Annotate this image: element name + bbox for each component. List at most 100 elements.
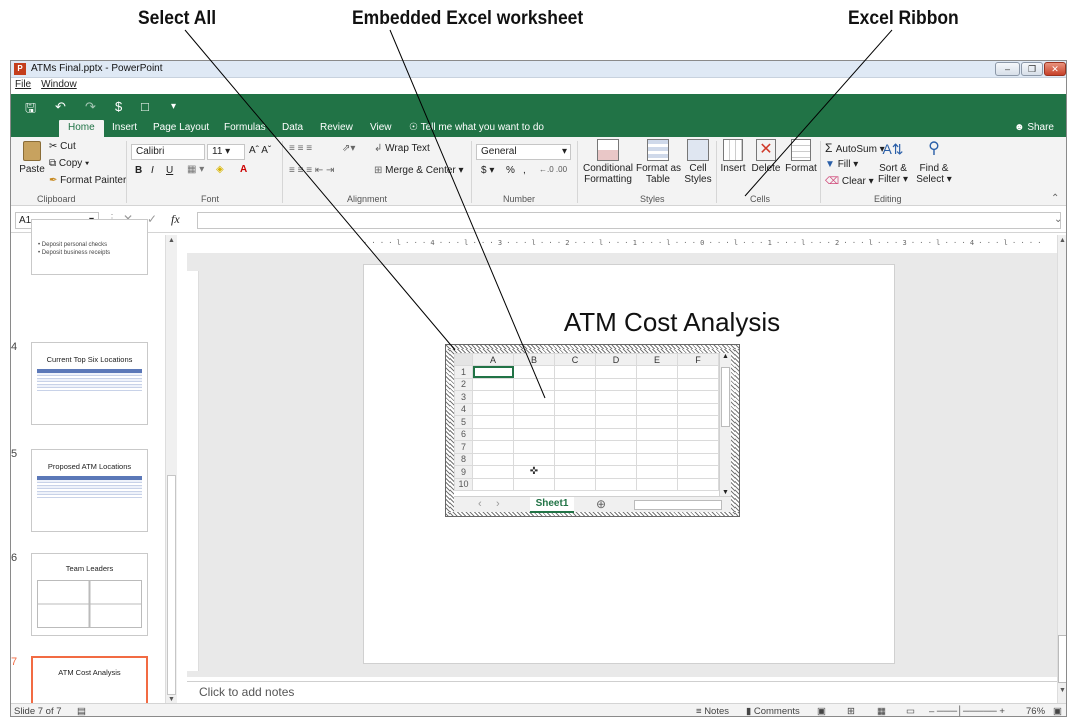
cell[interactable]	[472, 402, 514, 416]
underline-button[interactable]: U	[166, 165, 173, 176]
cell[interactable]	[677, 365, 719, 379]
save-icon[interactable]: 🖫	[25, 99, 36, 121]
new-sheet-icon[interactable]: ⊕	[596, 497, 606, 511]
delete-cells-button[interactable]: ✕ Delete	[749, 139, 783, 174]
cell[interactable]	[513, 377, 555, 391]
scroll-down-arrow[interactable]: ▼	[1059, 687, 1066, 694]
spellcheck-icon[interactable]: ▤	[77, 706, 86, 716]
cell[interactable]	[677, 427, 719, 441]
grow-font-icon[interactable]: Aˆ Aˇ	[249, 145, 271, 156]
scroll-up-arrow[interactable]: ▲	[168, 237, 175, 244]
slide-7[interactable]: ATM Cost Analysis A B C D E F 1 2 3 4 5 …	[363, 264, 895, 664]
cell[interactable]	[513, 402, 555, 416]
customize-qat-icon[interactable]: ▾	[171, 101, 176, 112]
copy-button[interactable]: ⧉ Copy ▾	[49, 158, 89, 169]
tab-scroll-right-icon[interactable]: ›	[496, 498, 500, 510]
cell-a1[interactable]	[472, 365, 514, 379]
notes-toggle[interactable]: ≡ Notes	[696, 706, 729, 716]
formula-input[interactable]	[197, 212, 1061, 229]
redo-icon[interactable]: ↷	[85, 99, 96, 115]
cell[interactable]	[472, 427, 514, 441]
scroll-thumb[interactable]	[721, 367, 730, 427]
column-header-e[interactable]: E	[636, 353, 678, 366]
cell[interactable]	[636, 452, 678, 466]
row-header-8[interactable]: 8	[454, 452, 473, 466]
close-button[interactable]: ✕	[1044, 62, 1066, 76]
slideshow-icon[interactable]: ▭	[906, 706, 915, 716]
align-left-icons[interactable]: ≡ ≡ ≡ ⇤ ⇥	[289, 165, 334, 176]
menu-window[interactable]: Window	[41, 79, 77, 90]
orientation-icon[interactable]: ⇗▾	[342, 143, 355, 154]
cell-styles-button[interactable]: Cell Styles	[681, 139, 715, 185]
zoom-level[interactable]: 76%	[1026, 706, 1045, 716]
cell[interactable]	[677, 390, 719, 404]
cell[interactable]	[472, 390, 514, 404]
currency-qat-icon[interactable]: $	[115, 99, 122, 114]
bold-button[interactable]: B	[135, 165, 142, 176]
tab-formulas[interactable]: Formulas	[224, 120, 266, 137]
cell[interactable]	[636, 377, 678, 391]
cell[interactable]	[554, 452, 596, 466]
zoom-slider[interactable]: – ───│───── +	[929, 706, 1005, 716]
cell[interactable]	[595, 402, 637, 416]
font-name-dropdown[interactable]: Calibri	[131, 144, 205, 160]
cell[interactable]	[554, 415, 596, 429]
column-header-c[interactable]: C	[554, 353, 596, 366]
undo-icon[interactable]: ↶	[55, 99, 66, 115]
embedded-excel-worksheet[interactable]: A B C D E F 1 2 3 4 5 6 7 8 9 ✜ 10 ▲ ▼ ‹…	[445, 344, 740, 517]
thumbnail-scrollbar[interactable]: ▲ ▼	[165, 235, 177, 705]
row-header-2[interactable]: 2	[454, 377, 473, 391]
cell[interactable]	[636, 465, 678, 479]
number-format-dropdown[interactable]: General ▾	[476, 144, 571, 160]
cell[interactable]	[595, 427, 637, 441]
find-select-button[interactable]: ⚲ Find & Select ▾	[914, 139, 954, 185]
tab-page-layout[interactable]: Page Layout	[153, 120, 209, 137]
cell[interactable]	[554, 377, 596, 391]
tab-view[interactable]: View	[370, 120, 392, 137]
slide-title[interactable]: ATM Cost Analysis	[407, 307, 937, 338]
minimize-button[interactable]: –	[995, 62, 1020, 76]
cell[interactable]	[554, 427, 596, 441]
row-header-1[interactable]: 1	[454, 365, 473, 379]
cell[interactable]	[554, 365, 596, 379]
cell[interactable]	[472, 415, 514, 429]
cell[interactable]	[554, 402, 596, 416]
reading-view-icon[interactable]: ▦	[877, 706, 886, 716]
cell[interactable]	[636, 365, 678, 379]
touch-mode-icon[interactable]: □	[141, 99, 149, 114]
slide-thumbnail-5[interactable]: Proposed ATM Locations	[31, 449, 148, 532]
scroll-down-arrow[interactable]: ▼	[168, 696, 175, 703]
cell[interactable]	[595, 465, 637, 479]
sort-filter-button[interactable]: A⇅ Sort & Filter ▾	[873, 139, 913, 185]
cell[interactable]	[554, 390, 596, 404]
cell[interactable]	[677, 477, 719, 491]
column-header-a[interactable]: A	[472, 353, 514, 366]
cell[interactable]	[636, 477, 678, 491]
column-header-b[interactable]: B	[513, 353, 555, 366]
percent-button[interactable]: %	[506, 165, 515, 176]
cell[interactable]	[513, 365, 555, 379]
fill-button[interactable]: ▼ Fill ▾	[825, 159, 858, 170]
notes-pane[interactable]: Click to add notes	[187, 681, 1057, 703]
enter-icon[interactable]: ✓	[147, 212, 157, 226]
cell[interactable]	[677, 452, 719, 466]
font-color-icon[interactable]: A	[240, 164, 247, 175]
menu-file[interactable]: File	[15, 79, 31, 90]
sheet-tab-sheet1[interactable]: Sheet1	[530, 497, 574, 513]
cell[interactable]	[636, 440, 678, 454]
cell[interactable]	[472, 440, 514, 454]
slide-thumbnail-6[interactable]: Team Leaders	[31, 553, 148, 636]
row-header-10[interactable]: 10	[454, 477, 473, 491]
row-header-7[interactable]: 7	[454, 440, 473, 454]
clear-button[interactable]: ⌫ Clear ▾	[825, 176, 874, 187]
row-header-6[interactable]: 6	[454, 427, 473, 441]
currency-button[interactable]: $ ▾	[481, 165, 494, 176]
cell[interactable]	[472, 377, 514, 391]
cell[interactable]	[554, 440, 596, 454]
comments-toggle[interactable]: ▮ Comments	[746, 706, 800, 716]
cell[interactable]	[636, 390, 678, 404]
insert-cells-button[interactable]: Insert	[717, 139, 749, 174]
tell-me-box[interactable]: ☉ Tell me what you want to do	[409, 120, 544, 137]
cell[interactable]	[513, 477, 555, 491]
cell[interactable]	[554, 477, 596, 491]
